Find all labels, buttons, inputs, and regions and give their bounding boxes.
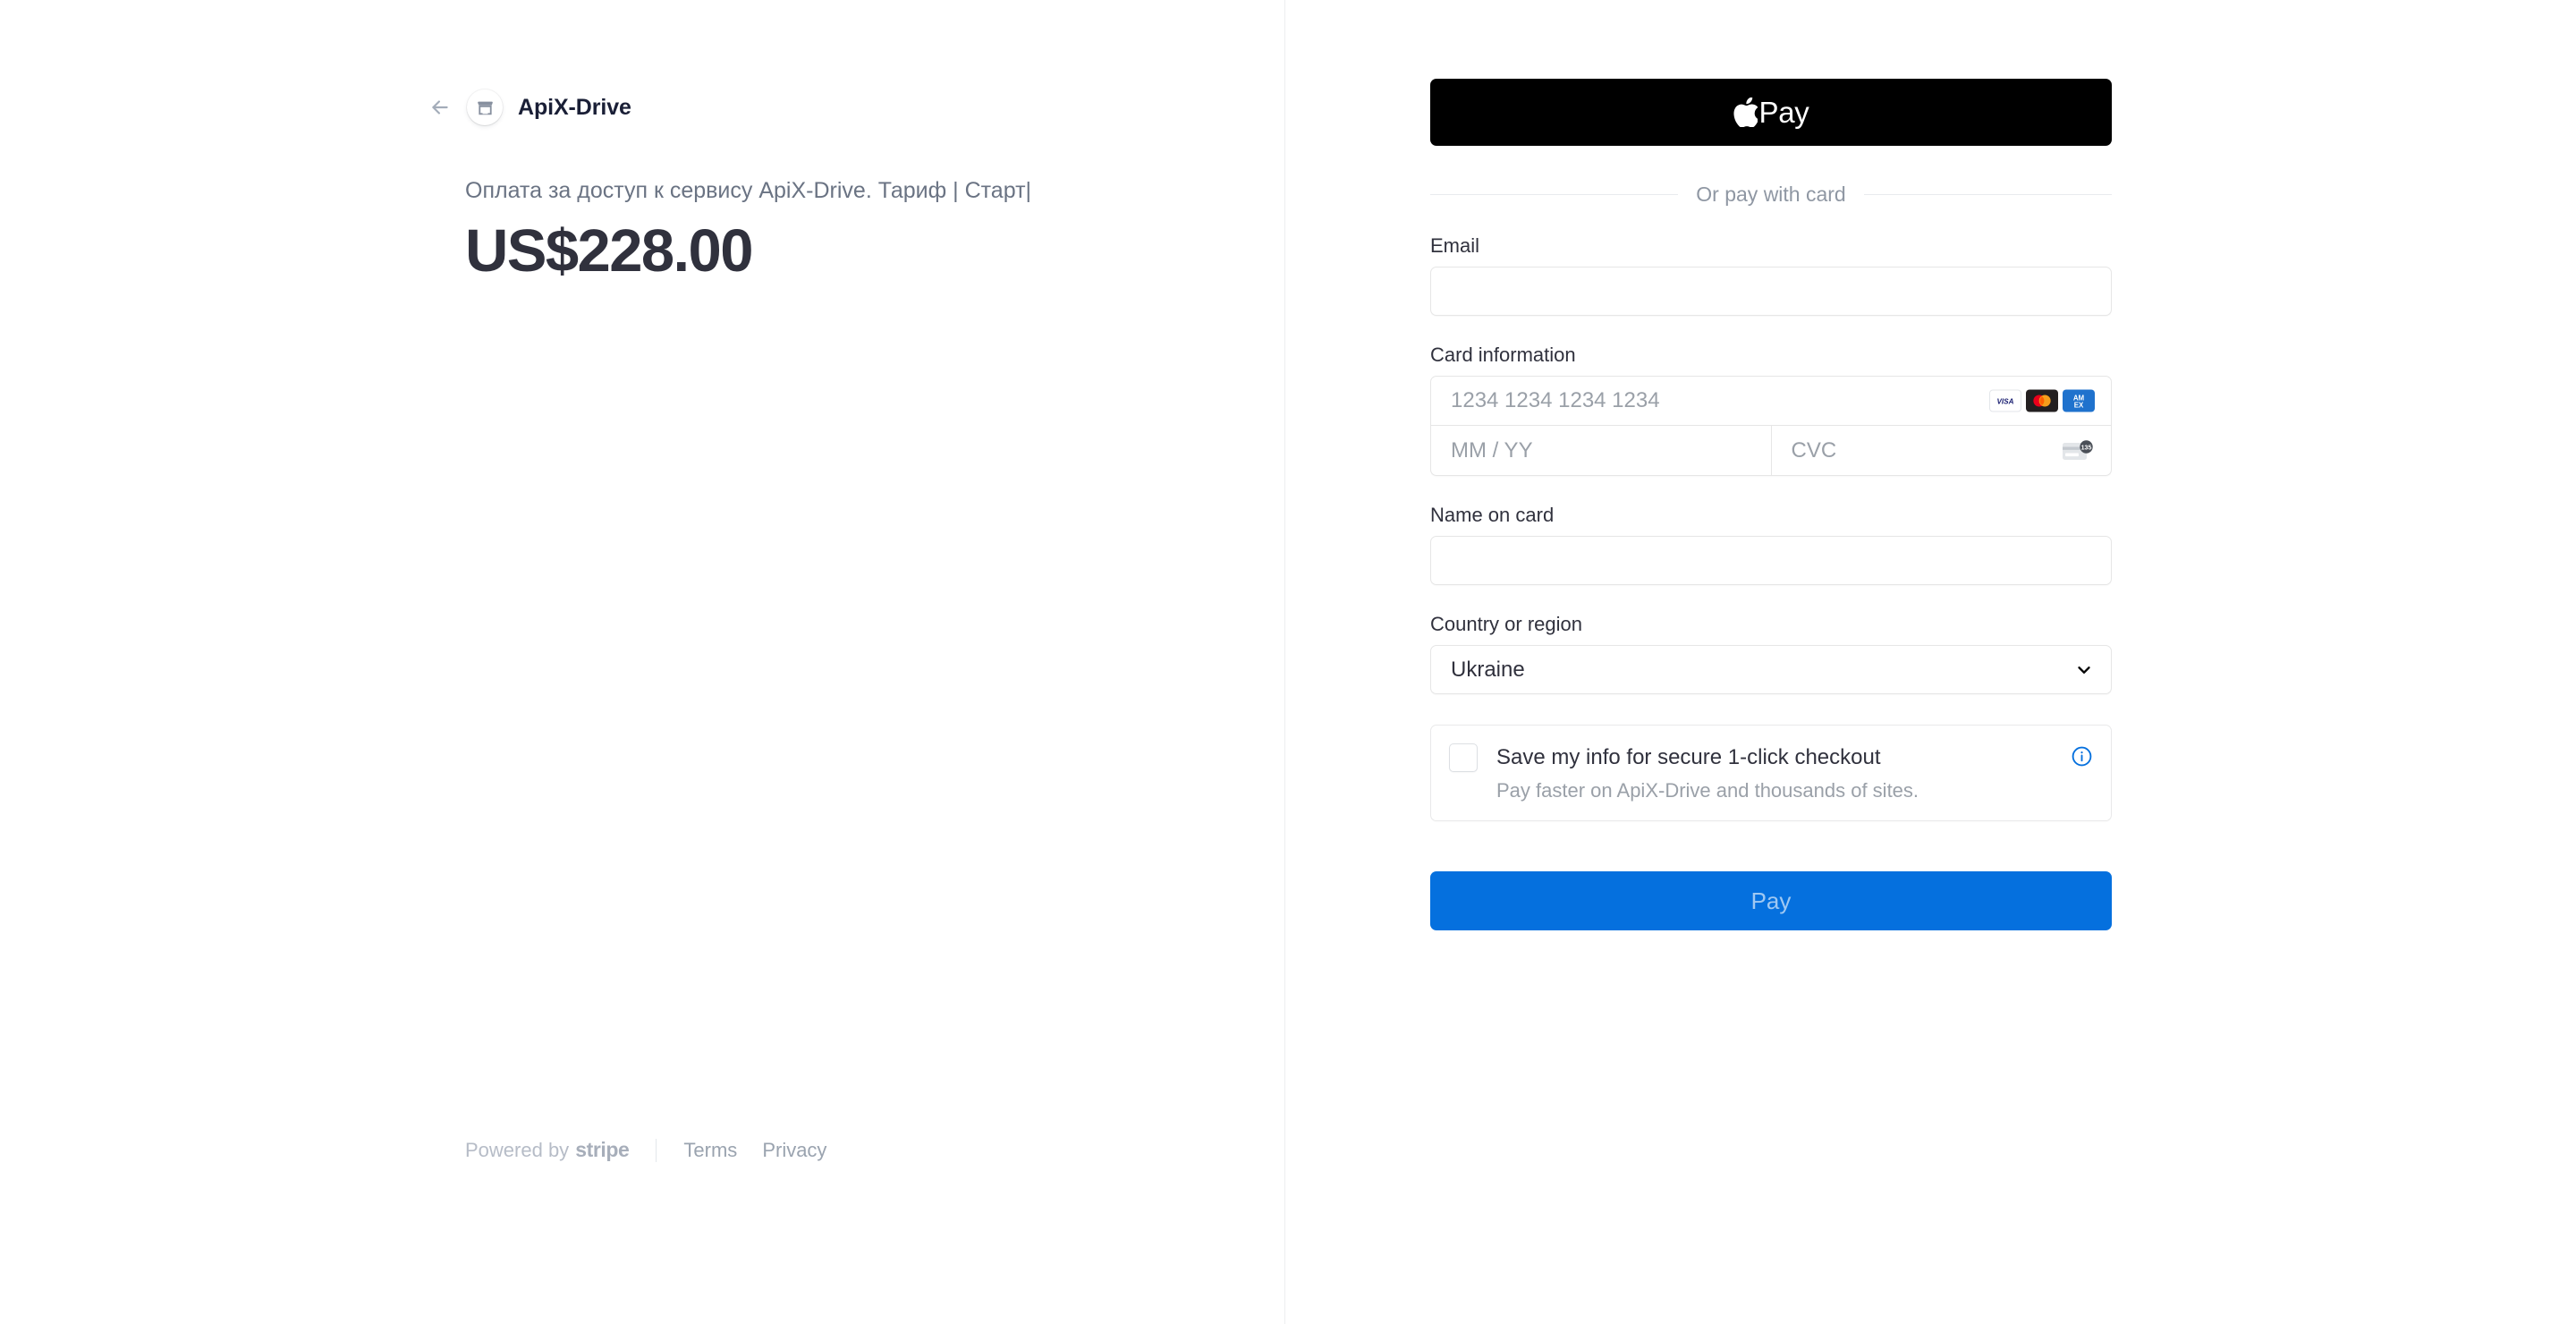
save-info-checkbox[interactable] — [1449, 743, 1478, 772]
terms-link[interactable]: Terms — [683, 1139, 737, 1162]
powered-by-stripe: Powered by stripe — [465, 1138, 630, 1162]
card-expiry-input[interactable] — [1431, 426, 1771, 475]
card-information-box: VISA — [1430, 376, 2112, 476]
amex-icon: AM EX — [2063, 389, 2095, 412]
country-label: Country or region — [1430, 613, 1582, 635]
or-pay-with-card-divider: Or pay with card — [1430, 182, 2113, 207]
email-input[interactable] — [1430, 267, 2112, 316]
order-summary-content: ApiX-Drive Оплата за доступ к сервису Ap… — [432, 86, 1145, 284]
card-number-row: VISA — [1431, 377, 2111, 426]
cvc-card-icon: 135 — [2063, 439, 2093, 462]
order-details: Оплата за доступ к сервису ApiX-Drive. Т… — [465, 176, 1145, 284]
stripe-wordmark: stripe — [575, 1138, 630, 1161]
payment-form: Pay Or pay with card Email Card informat… — [1430, 79, 2113, 930]
name-on-card-group: Name on card — [1430, 504, 2112, 585]
store-icon — [467, 89, 503, 125]
card-expiry-cvc-row: 135 — [1431, 426, 2111, 475]
save-info-title: Save my info for secure 1-click checkout — [1496, 745, 1881, 769]
apple-pay-text: Pay — [1758, 95, 1809, 129]
svg-text:135: 135 — [2081, 445, 2092, 451]
mastercard-icon — [2026, 389, 2058, 412]
apple-logo-icon — [1733, 98, 1758, 127]
svg-text:VISA: VISA — [1996, 397, 2013, 405]
info-circle-icon[interactable] — [2071, 745, 2093, 772]
country-select-wrap: Ukraine — [1430, 645, 2112, 694]
divider-text: Or pay with card — [1696, 182, 1846, 206]
order-summary-panel: ApiX-Drive Оплата за доступ к сервису Ap… — [0, 0, 1285, 1324]
card-brand-icons: VISA AM EX — [1989, 389, 2095, 412]
divider-rule-right — [1863, 194, 2113, 195]
footer-divider — [656, 1138, 657, 1162]
country-select[interactable]: Ukraine — [1430, 645, 2112, 694]
cvc-cell: 135 — [1771, 426, 2111, 475]
email-field-group: Email — [1430, 234, 2112, 316]
card-information-group: Card information VISA — [1430, 344, 2112, 476]
apple-pay-button[interactable]: Pay — [1430, 79, 2112, 146]
merchant-header: ApiX-Drive — [432, 86, 1145, 129]
order-description: Оплата за доступ к сервису ApiX-Drive. Т… — [465, 178, 1032, 203]
save-info-row: Save my info for secure 1-click checkout — [1449, 743, 2093, 772]
save-info-subtitle: Pay faster on ApiX-Drive and thousands o… — [1496, 779, 1919, 802]
expiry-cell — [1431, 426, 1772, 475]
divider-rule-left — [1430, 194, 1679, 195]
checkout-page: ApiX-Drive Оплата за доступ к сервису Ap… — [0, 0, 2576, 1324]
name-on-card-input[interactable] — [1430, 536, 2112, 585]
powered-by-label: Powered by — [465, 1139, 570, 1161]
card-cvc-input[interactable] — [1771, 426, 2111, 475]
name-on-card-label: Name on card — [1430, 504, 1555, 526]
save-info-box[interactable]: Save my info for secure 1-click checkout… — [1430, 725, 2112, 821]
email-label: Email — [1430, 234, 1480, 257]
back-arrow-icon[interactable] — [422, 89, 458, 125]
apple-pay-label: Pay — [1733, 96, 1809, 130]
merchant-name: ApiX-Drive — [518, 94, 631, 120]
payment-form-panel: Pay Or pay with card Email Card informat… — [1285, 0, 2576, 1324]
order-amount: US$228.00 — [465, 216, 753, 284]
country-group: Country or region Ukraine — [1430, 613, 2112, 694]
pay-button[interactable]: Pay — [1430, 871, 2112, 930]
footer: Powered by stripe Terms Privacy — [465, 1138, 826, 1162]
visa-icon: VISA — [1989, 389, 2021, 412]
privacy-link[interactable]: Privacy — [762, 1139, 826, 1162]
card-information-label: Card information — [1430, 344, 1576, 366]
svg-text:EX: EX — [2074, 401, 2084, 409]
